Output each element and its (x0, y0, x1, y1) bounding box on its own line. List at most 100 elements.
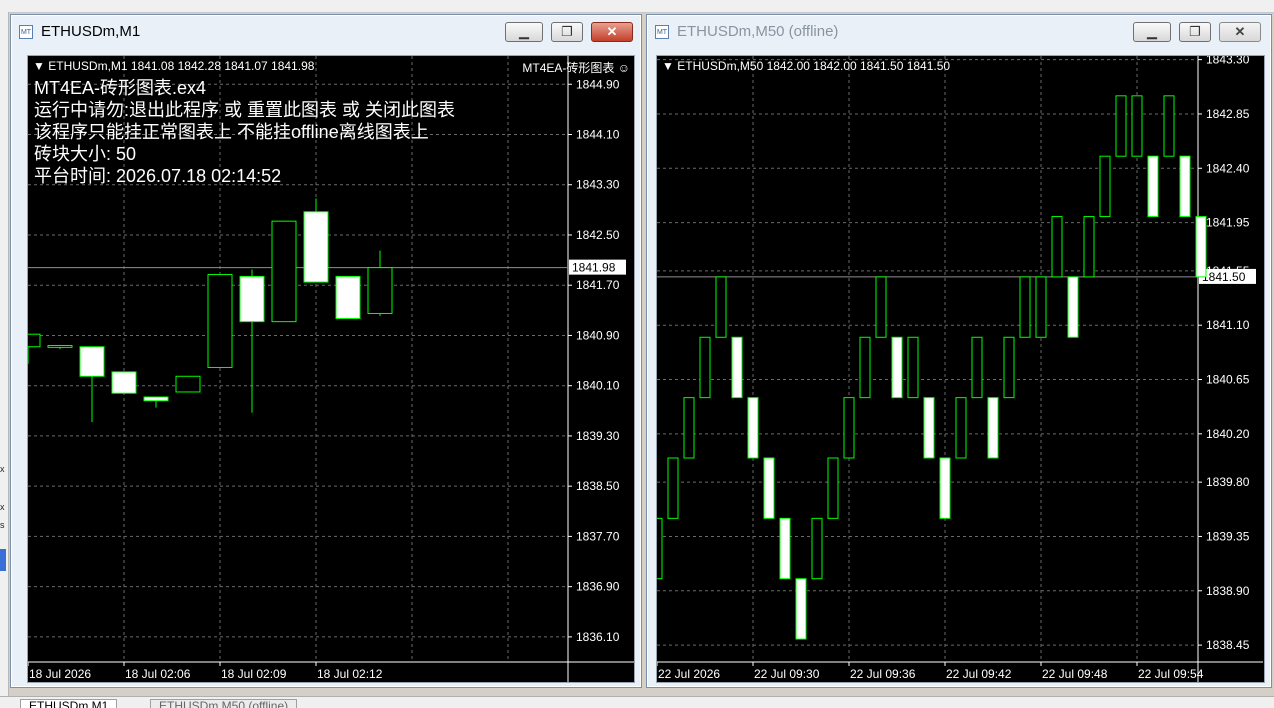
price-tick-label: 1843.30 (1206, 56, 1250, 67)
bullish-candle (47, 344, 73, 348)
price-tick-label: 1840.90 (576, 328, 620, 342)
renko-brick-up (907, 336, 919, 399)
renko-brick-down (731, 336, 743, 399)
renko-brick-down (779, 517, 791, 580)
bearish-candle (335, 275, 361, 319)
left-selection-indicator (0, 549, 6, 571)
price-tick-label: 1841.95 (1206, 216, 1250, 230)
renko-brick-down (747, 397, 759, 459)
bearish-candle (79, 346, 105, 377)
price-tick-label: 1841.70 (576, 278, 620, 292)
chart-area[interactable]: 1844.90 1844.10 1843.30 1842.50 1841.70 1840.… (27, 55, 635, 683)
left-mark-1[interactable]: x (0, 464, 7, 474)
renko-brick-down (1067, 276, 1079, 338)
window-titlebar[interactable]: MT ETHUSDm,M50 (offline) ▁ ❐ ✕ (647, 15, 1271, 49)
price-tick-label: 1838.45 (1206, 638, 1250, 652)
minimize-button[interactable]: ▁ (1133, 22, 1171, 42)
ea-overlay-text: MT4EA-砖形图表.ex4 运行中请勿:退出此程序 或 重置此图表 或 关闭此… (34, 77, 455, 187)
current-price-label: 1841.50 (1202, 270, 1246, 284)
bullish-candle (271, 220, 297, 323)
bullish-candle (367, 267, 393, 314)
info-text: ETHUSDm,M1 1841.08 1842.28 1841.07 1841.… (48, 59, 315, 73)
chart-window-icon: MT (19, 25, 33, 39)
price-tick-label: 1836.90 (576, 580, 620, 594)
close-button[interactable]: ✕ (1219, 22, 1261, 42)
renko-brick-up (859, 336, 871, 399)
renko-brick-up (1083, 216, 1095, 278)
price-tick-label: 1836.10 (576, 630, 620, 644)
window-title: ETHUSDm,M50 (offline) (677, 23, 839, 40)
left-mark-3[interactable]: s (0, 520, 7, 530)
renko-brick-up (715, 276, 727, 338)
time-tick-label: 22 Jul 09:42 (946, 667, 1012, 681)
current-price-label: 1841.98 (572, 261, 616, 275)
renko-brick-down (939, 457, 951, 519)
price-tick-label: 1838.90 (1206, 584, 1250, 598)
bullish-candle (28, 333, 41, 348)
chart-window-m50-offline[interactable]: MT ETHUSDm,M50 (offline) ▁ ❐ ✕ 1843.30 18… (646, 14, 1272, 688)
price-tick-label: 1844.90 (576, 77, 620, 91)
maximize-button[interactable]: ❐ (1179, 22, 1211, 42)
renko-brick-down (1179, 155, 1191, 218)
price-tick-label: 1841.10 (1206, 318, 1250, 332)
renko-brick-down (1195, 216, 1207, 278)
time-tick-label: 22 Jul 2026 (658, 667, 720, 681)
renko-brick-down (795, 578, 807, 640)
renko-brick-up (699, 336, 711, 399)
chart-info-line: ▼ ETHUSDm,M1 1841.08 1842.28 1841.07 184… (33, 59, 314, 73)
renko-brick-up (827, 457, 839, 519)
left-mark-2[interactable]: x (0, 502, 7, 512)
price-tick-label: 1837.70 (576, 529, 620, 543)
minimize-button[interactable]: ▁ (505, 22, 543, 42)
ea-name: MT4EA-砖形图表 (522, 61, 615, 75)
navigator-panel-edge: x x s (0, 12, 9, 696)
time-tick-label: 18 Jul 02:09 (221, 667, 287, 681)
overlay-line: 运行中请勿:退出此程序 或 重置此图表 或 关闭此图表 (34, 100, 456, 120)
renko-brick-up (1019, 276, 1031, 338)
info-dropdown-icon[interactable]: ▼ (33, 59, 45, 73)
price-tick-label: 1842.85 (1206, 107, 1250, 121)
renko-brick-up (1051, 216, 1063, 278)
chart-window-m1[interactable]: MT ETHUSDm,M1 ▁ ❐ ✕ 1844.90 1844.10 1843.3… (10, 14, 642, 688)
bearish-candle (111, 371, 137, 394)
price-tick-label: 1839.80 (1206, 475, 1250, 489)
window-title: ETHUSDm,M1 (41, 23, 141, 40)
price-tick-label: 1843.30 (576, 178, 620, 192)
renko-brick-up (955, 397, 967, 459)
price-tick-label: 1839.30 (576, 429, 620, 443)
bearish-candle (303, 211, 329, 283)
renko-chart-m50[interactable]: 1843.301842.851842.401841.951841.551841.… (657, 56, 1264, 682)
time-tick-label: 18 Jul 02:06 (125, 667, 191, 681)
renko-brick-up (971, 336, 983, 399)
maximize-button[interactable]: ❐ (551, 22, 583, 42)
chart-window-icon: MT (655, 25, 669, 39)
renko-brick-up (1099, 155, 1111, 218)
info-dropdown-icon[interactable]: ▼ (662, 59, 674, 73)
bearish-candle (143, 396, 169, 402)
overlay-line: MT4EA-砖形图表.ex4 (34, 78, 207, 98)
bullish-candle (175, 375, 201, 393)
window-titlebar[interactable]: MT ETHUSDm,M1 ▁ ❐ ✕ (11, 15, 641, 49)
overlay-line: 砖块大小: 50 (34, 144, 137, 164)
close-button[interactable]: ✕ (591, 22, 633, 42)
renko-brick-up (667, 457, 679, 519)
chart-area[interactable]: 1843.301842.851842.401841.951841.551841.… (656, 55, 1265, 683)
chart-info-line: ▼ ETHUSDm,M50 1842.00 1842.00 1841.50 18… (662, 59, 950, 73)
renko-brick-down (891, 336, 903, 399)
renko-brick-down (987, 397, 999, 459)
chart-tab-bar: ETHUSDm,M1 ETHUSDm,M50 (offline) (0, 696, 1274, 708)
time-tick-label: 18 Jul 2026 (29, 667, 91, 681)
price-tick-label: 1839.35 (1206, 529, 1250, 543)
expert-advisor-label[interactable]: MT4EA-砖形图表 ☺ (522, 59, 630, 76)
time-tick-label: 18 Jul 02:12 (317, 667, 383, 681)
bullish-candle (207, 274, 233, 368)
price-tick-label: 1840.65 (1206, 373, 1250, 387)
overlay-line: 平台时间: 2026.07.18 02:14:52 (34, 166, 282, 186)
price-tick-label: 1842.50 (576, 228, 620, 242)
renko-brick-down (923, 397, 935, 459)
time-tick-label: 22 Jul 09:36 (850, 667, 916, 681)
time-tick-label: 22 Jul 09:30 (754, 667, 820, 681)
renko-brick-up (875, 276, 887, 338)
price-tick-label: 1840.10 (576, 379, 620, 393)
top-menu-strip (0, 0, 1274, 13)
